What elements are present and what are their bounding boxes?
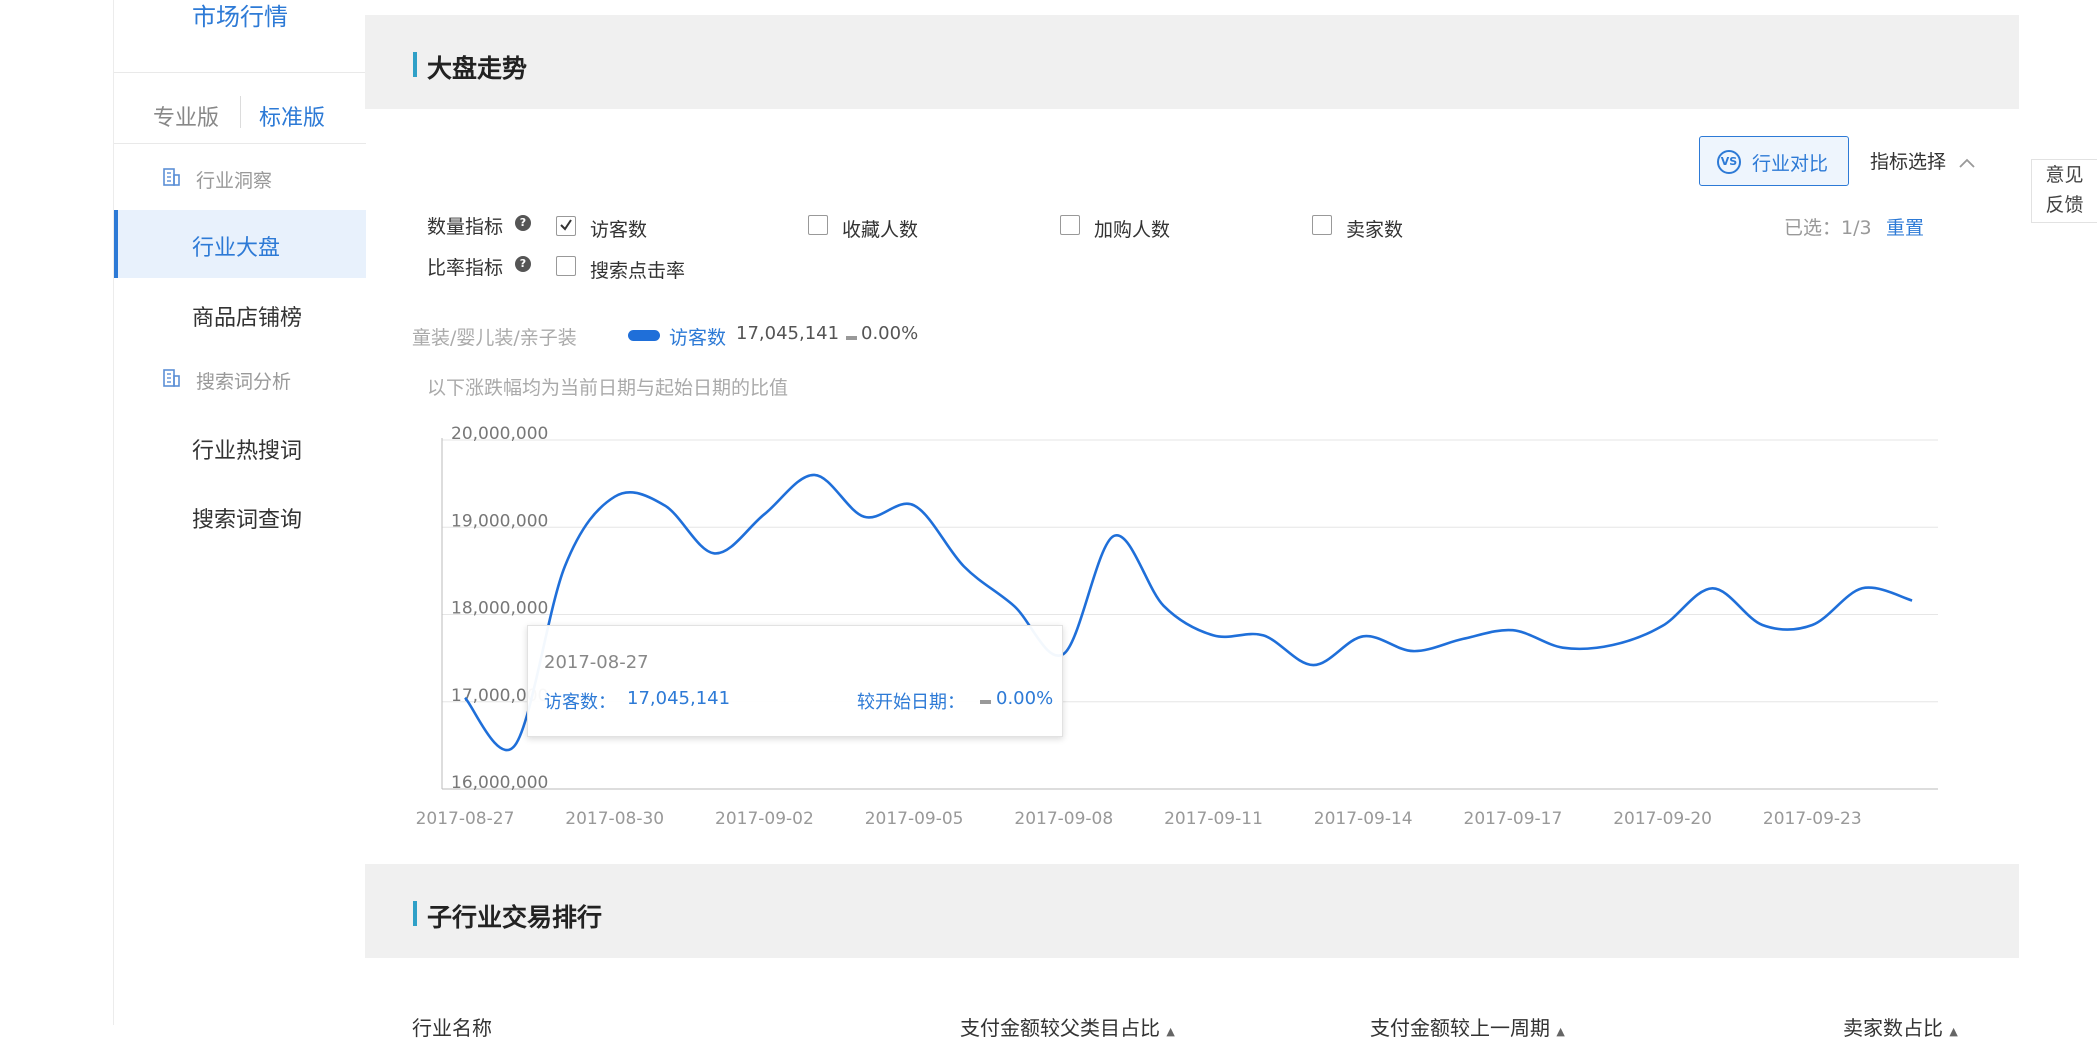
y-tick-label: 18,000,000 — [451, 599, 548, 619]
table-header-payment-change[interactable]: 支付金额较上一周期 ▲ — [1370, 1012, 1565, 1041]
chart-tooltip: 2017-08-27 访客数： 17,045,141 较开始日期： 0.00% — [527, 625, 1063, 737]
x-tick-label: 2017-09-17 — [1464, 809, 1563, 829]
table-header-industry-name: 行业名称 — [412, 1016, 492, 1040]
table-header-label: 支付金额较父类目占比 — [960, 1016, 1160, 1040]
x-tick-label: 2017-09-20 — [1613, 809, 1712, 829]
x-tick-label: 2017-09-05 — [865, 809, 964, 829]
section-title: 子行业交易排行 — [427, 903, 603, 932]
x-tick-label: 2017-08-30 — [565, 809, 664, 829]
x-tick-label: 2017-09-02 — [715, 809, 814, 829]
tooltip-value: 17,045,141 — [627, 688, 731, 709]
tooltip-label: 访客数： — [544, 692, 616, 713]
y-tick-label: 16,000,000 — [451, 773, 548, 793]
table-header-label: 卖家数占比 — [1843, 1016, 1943, 1040]
flat-change-icon — [980, 700, 991, 704]
y-tick-label: 19,000,000 — [451, 511, 548, 531]
x-tick-label: 2017-09-14 — [1314, 809, 1413, 829]
table-header-seller-share[interactable]: 卖家数占比 ▲ — [1843, 1012, 1958, 1041]
x-tick-label: 2017-08-27 — [416, 809, 515, 829]
sort-icon[interactable]: ▲ — [1949, 1025, 1957, 1038]
sort-icon[interactable]: ▲ — [1556, 1025, 1564, 1038]
sort-icon[interactable]: ▲ — [1166, 1025, 1174, 1038]
section-header-bar — [413, 901, 417, 926]
tooltip-compare-label: 较开始日期： — [857, 692, 965, 713]
x-tick-label: 2017-09-23 — [1763, 809, 1862, 829]
x-tick-label: 2017-09-11 — [1164, 809, 1263, 829]
tooltip-compare-value: 0.00% — [996, 688, 1054, 709]
section-header-sub-industry-ranking: 子行业交易排行 — [365, 864, 2019, 958]
x-tick-label: 2017-09-08 — [1014, 809, 1113, 829]
y-tick-label: 20,000,000 — [451, 424, 548, 444]
tooltip-date: 2017-08-27 — [544, 652, 649, 673]
table-header-payment-share[interactable]: 支付金额较父类目占比 ▲ — [960, 1012, 1175, 1041]
table-header-label: 支付金额较上一周期 — [1370, 1016, 1550, 1040]
